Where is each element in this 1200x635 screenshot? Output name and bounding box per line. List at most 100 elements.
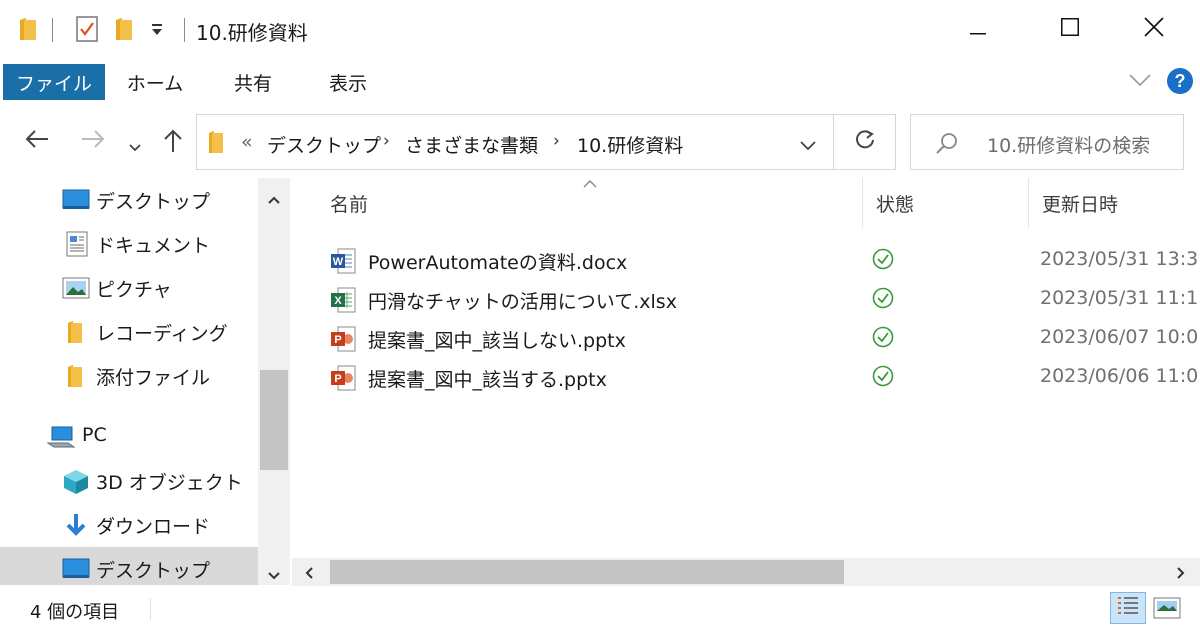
sidebar-item-pc[interactable]: PC bbox=[0, 415, 258, 459]
file-row[interactable]: X 円滑なチャットの活用について.xlsx 2023/05/31 11:1 bbox=[292, 281, 1200, 320]
details-view-icon bbox=[1116, 595, 1140, 621]
customize-toolbar-icon[interactable] bbox=[150, 22, 164, 41]
folder-icon bbox=[18, 16, 38, 46]
powerpoint-document-icon: P bbox=[330, 326, 356, 356]
refresh-button[interactable] bbox=[834, 114, 896, 170]
file-list: 名前 状態 更新日時 W PowerAutomateの資料.docx 2023/… bbox=[292, 178, 1200, 558]
scroll-thumb[interactable] bbox=[330, 560, 844, 584]
refresh-icon bbox=[854, 129, 876, 155]
large-icons-view-button[interactable] bbox=[1152, 596, 1182, 624]
maximize-icon bbox=[1061, 18, 1079, 40]
sidebar-item-documents[interactable]: ドキュメント bbox=[0, 222, 258, 266]
folder-icon bbox=[66, 319, 84, 350]
properties-icon[interactable] bbox=[76, 16, 98, 46]
help-icon[interactable]: ? bbox=[1166, 67, 1194, 99]
sidebar-item-attachments[interactable]: 添付ファイル bbox=[0, 354, 258, 398]
sidebar-item-pictures[interactable]: ピクチャ bbox=[0, 266, 258, 310]
scroll-right-icon[interactable] bbox=[1176, 565, 1186, 584]
sidebar-item-label: デスクトップ bbox=[96, 560, 211, 582]
tab-share[interactable]: 共有 bbox=[218, 64, 288, 100]
sidebar-item-3d-objects[interactable]: 3D オブジェクト bbox=[0, 459, 258, 503]
sidebar-item-label: ドキュメント bbox=[96, 235, 211, 257]
tab-home[interactable]: ホーム bbox=[115, 64, 195, 100]
title-separator bbox=[184, 18, 185, 42]
new-folder-icon[interactable] bbox=[114, 16, 134, 46]
3d-objects-icon bbox=[62, 468, 90, 501]
desktop-icon bbox=[62, 558, 90, 585]
breadcrumb-desktop[interactable]: デスクトップ bbox=[267, 131, 381, 158]
breadcrumb-overflow[interactable]: « bbox=[241, 131, 253, 153]
horizontal-scrollbar[interactable] bbox=[292, 558, 1200, 586]
sidebar-scrollbar[interactable] bbox=[258, 178, 290, 585]
scroll-thumb[interactable] bbox=[260, 370, 288, 470]
column-header-modified[interactable]: 更新日時 bbox=[1042, 190, 1118, 217]
svg-text:X: X bbox=[334, 295, 342, 307]
word-document-icon: W bbox=[330, 248, 356, 278]
status-bar: 4 個の項目 bbox=[0, 586, 1200, 635]
file-modified: 2023/06/06 11:0 bbox=[1040, 365, 1199, 387]
status-separator bbox=[150, 598, 151, 620]
search-placeholder: 10.研修資料の検索 bbox=[987, 135, 1151, 157]
up-folder-button[interactable] bbox=[162, 128, 184, 160]
column-divider[interactable] bbox=[1028, 178, 1029, 228]
breadcrumb-current[interactable]: 10.研修資料 bbox=[577, 131, 683, 158]
scroll-up-icon[interactable] bbox=[267, 190, 281, 209]
file-row[interactable]: P 提案書_図中_該当しない.pptx 2023/06/07 10:0 bbox=[292, 320, 1200, 359]
file-name: 提案書_図中_該当しない.pptx bbox=[368, 330, 626, 352]
minimize-button[interactable] bbox=[932, 0, 1024, 58]
file-row[interactable]: P 提案書_図中_該当する.pptx 2023/06/06 11:0 bbox=[292, 359, 1200, 398]
chevron-right-icon[interactable]: › bbox=[383, 131, 390, 151]
forward-button[interactable] bbox=[80, 128, 106, 156]
ribbon-tabs: ファイル ホーム 共有 表示 ? bbox=[0, 58, 1200, 102]
address-bar[interactable]: « デスクトップ › さまざまな書類 › 10.研修資料 bbox=[196, 114, 834, 170]
navigation-bar: « デスクトップ › さまざまな書類 › 10.研修資料 10.研修資料の検索 bbox=[0, 102, 1200, 178]
title-bar: 10.研修資料 bbox=[0, 0, 1200, 58]
sync-ok-icon bbox=[872, 365, 894, 391]
file-name: 提案書_図中_該当する.pptx bbox=[368, 369, 607, 391]
minimize-icon bbox=[970, 20, 986, 39]
maximize-button[interactable] bbox=[1024, 0, 1116, 58]
file-name: 円滑なチャットの活用について.xlsx bbox=[368, 291, 677, 313]
column-divider[interactable] bbox=[862, 178, 863, 228]
sidebar-item-label: ピクチャ bbox=[96, 279, 172, 301]
powerpoint-document-icon: P bbox=[330, 365, 356, 395]
sidebar-item-label: PC bbox=[82, 424, 107, 446]
sync-ok-icon bbox=[872, 287, 894, 313]
tab-file[interactable]: ファイル bbox=[3, 64, 105, 100]
tab-view[interactable]: 表示 bbox=[312, 64, 384, 100]
title-separator bbox=[52, 18, 53, 42]
scroll-left-icon[interactable] bbox=[304, 565, 314, 584]
sidebar-item-desktop[interactable]: デスクトップ bbox=[0, 178, 258, 222]
file-modified: 2023/05/31 13:3 bbox=[1040, 248, 1199, 270]
address-dropdown-icon[interactable] bbox=[799, 137, 817, 156]
close-button[interactable] bbox=[1108, 0, 1200, 58]
sidebar-item-label: 添付ファイル bbox=[96, 367, 211, 389]
sidebar-item-label: 3D オブジェクト bbox=[96, 472, 243, 494]
svg-text:W: W bbox=[333, 256, 344, 268]
file-modified: 2023/06/07 10:0 bbox=[1040, 326, 1199, 348]
scroll-down-icon[interactable] bbox=[267, 566, 281, 585]
chevron-right-icon[interactable]: › bbox=[553, 131, 560, 151]
sidebar-item-recording[interactable]: レコーディング bbox=[0, 310, 258, 354]
column-header-status[interactable]: 状態 bbox=[876, 190, 914, 217]
sidebar-item-label: ダウンロード bbox=[96, 516, 211, 538]
documents-icon bbox=[66, 231, 88, 262]
sidebar-item-downloads[interactable]: ダウンロード bbox=[0, 503, 258, 547]
search-input[interactable]: 10.研修資料の検索 bbox=[910, 114, 1184, 170]
column-header-name[interactable]: 名前 bbox=[330, 190, 368, 217]
svg-text:P: P bbox=[334, 334, 341, 346]
desktop-icon bbox=[62, 189, 90, 216]
sync-ok-icon bbox=[872, 248, 894, 274]
expand-ribbon-icon[interactable] bbox=[1128, 72, 1152, 91]
details-view-button[interactable] bbox=[1110, 592, 1146, 624]
recent-locations-icon[interactable] bbox=[128, 134, 142, 159]
folder-icon bbox=[207, 129, 225, 159]
back-button[interactable] bbox=[24, 128, 50, 156]
sidebar-item-desktop-selected[interactable]: デスクトップ bbox=[0, 547, 258, 585]
navigation-pane: デスクトップ ドキュメント ピクチャ レコーディング 添付ファイル PC 3D … bbox=[0, 178, 258, 585]
breadcrumb-documents[interactable]: さまざまな書類 bbox=[405, 131, 538, 158]
excel-document-icon: X bbox=[330, 287, 356, 317]
file-modified: 2023/05/31 11:1 bbox=[1040, 287, 1199, 309]
file-row[interactable]: W PowerAutomateの資料.docx 2023/05/31 13:3 bbox=[292, 242, 1200, 281]
sidebar-item-label: レコーディング bbox=[96, 323, 228, 345]
